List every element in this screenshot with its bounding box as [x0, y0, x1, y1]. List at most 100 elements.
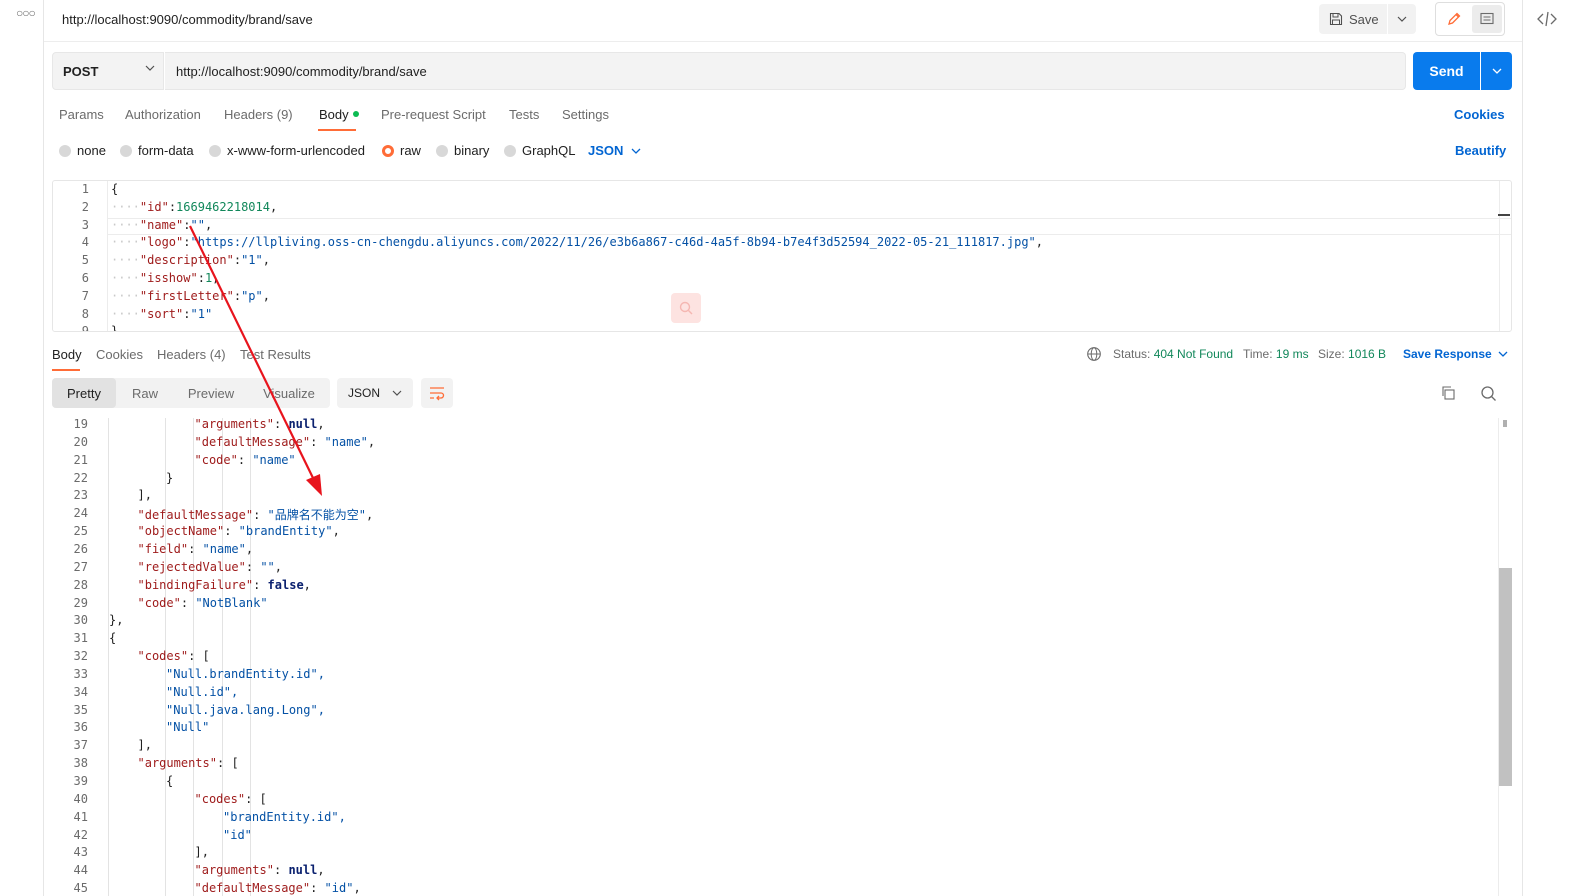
code-punct: ,	[317, 863, 325, 878]
request-name[interactable]: http://localhost:9090/commodity/brand/sa…	[62, 12, 313, 27]
body-language-value: JSON	[588, 143, 624, 158]
response-language-select[interactable]: JSON	[337, 378, 413, 408]
json-value: [	[231, 756, 239, 771]
line-number: 45	[73, 881, 88, 896]
code-punct: ,	[1035, 235, 1044, 250]
body-type-binary[interactable]: binary	[436, 143, 489, 158]
request-body-editor[interactable]: 123456789 {····"id":1669462218014, ····"n…	[52, 180, 1512, 332]
json-value: "Null.java.lang.Long",	[166, 702, 325, 717]
find-button[interactable]	[671, 293, 701, 323]
line-number: 23	[73, 488, 88, 503]
code-line: }	[111, 324, 119, 332]
more-dots-icon[interactable]: ○○○	[16, 6, 36, 20]
size-label: Size:	[1318, 347, 1345, 361]
whitespace-marker: ····	[111, 306, 140, 321]
wrap-lines-icon	[430, 387, 445, 401]
code-punct: :	[224, 524, 239, 539]
send-button[interactable]: Send	[1413, 52, 1480, 90]
tab-settings[interactable]: Settings	[562, 107, 609, 122]
json-value: "1"	[190, 306, 213, 321]
method-select[interactable]: POST	[52, 52, 164, 90]
line-number: 44	[73, 863, 88, 878]
code-line: "field": "name",	[138, 542, 254, 556]
pencil-icon	[1448, 12, 1461, 25]
json-value: null	[288, 863, 318, 878]
line-number: 2	[81, 199, 89, 214]
whitespace-marker: ····	[111, 217, 140, 232]
json-value: "https://llpliving.oss-cn-chengdu.aliyun…	[190, 235, 1036, 250]
save-options-button[interactable]	[1388, 4, 1416, 34]
line-number: 21	[73, 452, 88, 467]
response-tab-cookies[interactable]: Cookies	[96, 347, 143, 362]
left-sidebar-collapsed: ○○○	[0, 0, 44, 896]
right-sidebar	[1522, 0, 1584, 896]
body-language-select[interactable]: JSON	[588, 143, 641, 158]
code-punct: :	[197, 271, 205, 285]
response-tab-body[interactable]: Body	[52, 347, 82, 362]
time-value: 19 ms	[1275, 347, 1309, 361]
body-type-none[interactable]: none	[59, 143, 106, 158]
tab-tests[interactable]: Tests	[509, 107, 539, 122]
copy-icon[interactable]	[1440, 385, 1456, 401]
view-mode-preview[interactable]: Preview	[174, 378, 248, 408]
json-value: "Null.id",	[166, 684, 239, 699]
comments-mode-button[interactable]	[1472, 5, 1502, 33]
response-tab-headers[interactable]: Headers (4)	[157, 347, 226, 362]
line-number: 33	[73, 666, 88, 681]
save-response-button[interactable]: Save Response	[1403, 347, 1508, 361]
body-type-urlencoded[interactable]: x-www-form-urlencoded	[209, 143, 365, 158]
json-key: "firstLetter"	[139, 288, 234, 303]
save-button[interactable]: Save	[1319, 4, 1387, 34]
view-mode-pretty[interactable]: Pretty	[52, 378, 116, 408]
body-type-raw[interactable]: raw	[382, 143, 421, 158]
json-key: "objectName"	[137, 524, 225, 539]
code-line: "objectName": "brandEntity",	[138, 524, 340, 538]
body-type-graphql[interactable]: GraphQL	[504, 143, 575, 158]
code-line: "Null"	[166, 720, 209, 734]
scrollbar-arrow[interactable]	[1503, 420, 1507, 427]
tab-headers[interactable]: Headers (9)	[224, 107, 293, 122]
editor-scrollbar[interactable]	[1498, 181, 1511, 331]
body-type-label: x-www-form-urlencoded	[227, 143, 365, 158]
view-mode-visualize[interactable]: Visualize	[248, 378, 330, 408]
code-punct: ,	[367, 434, 376, 449]
json-key: "codes"	[137, 649, 189, 664]
json-value: "Null.brandEntity.id",	[166, 666, 325, 681]
send-label: Send	[1429, 63, 1464, 79]
json-key: "arguments"	[194, 863, 274, 878]
edit-mode-button[interactable]	[1438, 5, 1470, 33]
code-punct: :	[188, 649, 203, 664]
response-tab-test-results[interactable]: Test Results	[240, 347, 311, 362]
code-icon[interactable]	[1537, 9, 1557, 29]
radio-icon	[59, 144, 71, 157]
code-punct: }	[111, 324, 119, 332]
json-value: null	[288, 418, 318, 431]
tab-authorization[interactable]: Authorization	[125, 107, 201, 122]
tab-pre-request-script[interactable]: Pre-request Script	[381, 107, 486, 122]
globe-icon[interactable]	[1086, 346, 1102, 362]
body-type-form-data[interactable]: form-data	[120, 143, 194, 158]
radio-icon	[120, 144, 132, 157]
response-body-viewer[interactable]: 19 "arguments": null, 20 "defaultMessage": …	[52, 418, 1512, 896]
wrap-lines-button[interactable]	[421, 378, 453, 408]
tab-body[interactable]: Body	[319, 107, 359, 122]
view-mode-raw[interactable]: Raw	[116, 378, 174, 408]
response-size: Size: 1016 B	[1318, 347, 1386, 361]
tab-params[interactable]: Params	[59, 107, 104, 122]
code-punct: :	[183, 217, 191, 232]
response-scrollbar-thumb[interactable]	[1499, 568, 1512, 786]
url-input[interactable]: http://localhost:9090/commodity/brand/sa…	[165, 52, 1406, 90]
whitespace-marker: ····	[111, 253, 140, 268]
cookies-link[interactable]: Cookies	[1454, 107, 1505, 122]
line-number: 28	[73, 577, 88, 592]
line-number: 5	[81, 253, 89, 268]
line-number: 43	[73, 845, 88, 860]
body-type-label: binary	[454, 143, 490, 158]
search-icon[interactable]	[1480, 385, 1497, 402]
send-options-button[interactable]	[1481, 52, 1512, 90]
beautify-link[interactable]: Beautify	[1455, 143, 1506, 158]
code-line: {	[111, 182, 118, 196]
body-type-label: form-data	[138, 143, 194, 158]
code-punct: :	[253, 508, 268, 523]
json-key: "code"	[194, 452, 238, 467]
